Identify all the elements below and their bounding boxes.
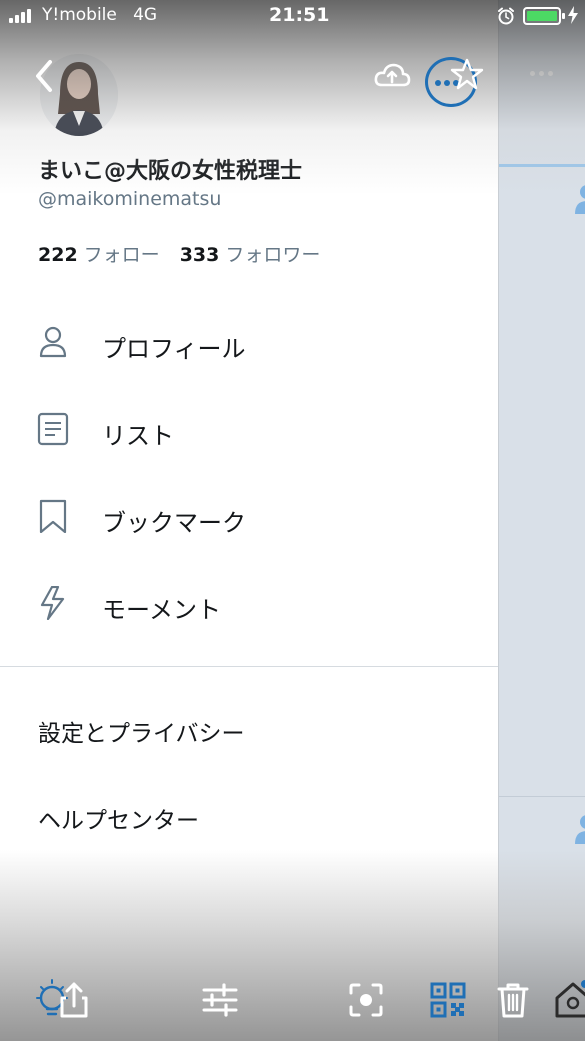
- status-bar: Y!mobile 4G 21:51: [0, 0, 585, 32]
- qr-code-icon[interactable]: [426, 978, 470, 1022]
- battery-icon: [523, 7, 565, 25]
- clock: 21:51: [269, 4, 330, 26]
- help-center-link[interactable]: ヘルプセンター: [38, 801, 199, 835]
- back-chevron-icon[interactable]: [30, 58, 58, 94]
- navigation-drawer: まいこ@大阪の女性税理士 @maikominematsu 222 フォロー 333 フ…: [0, 0, 499, 1041]
- followers-label: フォロワー: [225, 244, 321, 266]
- person-icon: [575, 185, 585, 214]
- followers-link[interactable]: 333 フォロワー: [180, 244, 321, 266]
- profile-name[interactable]: まいこ@大阪の女性税理士: [38, 153, 302, 185]
- menu-item-label: ブックマーク: [102, 509, 246, 537]
- following-count: 222: [38, 244, 78, 266]
- sliders-icon[interactable]: [198, 978, 242, 1022]
- scan-icon[interactable]: [344, 978, 388, 1022]
- profile-handle[interactable]: @maikominematsu: [38, 188, 221, 210]
- timeline-separator: [499, 164, 585, 167]
- list-icon: [37, 412, 69, 446]
- more-options-icon[interactable]: [527, 62, 557, 86]
- menu-item-lists[interactable]: リスト: [0, 399, 499, 459]
- menu-item-label: リスト: [102, 422, 174, 450]
- charging-bolt-icon: [568, 6, 578, 24]
- drawer-edge: [498, 0, 499, 1041]
- person-icon: [39, 326, 67, 358]
- trash-icon[interactable]: [491, 978, 535, 1022]
- bookmark-icon: [39, 499, 67, 533]
- alarm-clock-icon: [498, 7, 514, 25]
- menu-divider: [0, 666, 499, 667]
- background-timeline: [499, 0, 585, 1041]
- cloud-upload-icon[interactable]: [373, 60, 411, 92]
- star-icon[interactable]: [450, 58, 484, 90]
- menu-item-moments[interactable]: モーメント: [0, 573, 499, 633]
- following-label: フォロー: [83, 244, 160, 266]
- settings-privacy-link[interactable]: 設定とプライバシー: [38, 714, 245, 748]
- menu-item-label: モーメント: [102, 596, 222, 624]
- menu-item-label: プロフィール: [102, 335, 246, 363]
- follow-counts: 222 フォロー 333 フォロワー: [38, 240, 320, 267]
- followers-count: 333: [179, 244, 220, 266]
- menu-item-profile[interactable]: プロフィール: [0, 312, 499, 372]
- share-icon[interactable]: [52, 978, 96, 1022]
- home-icon[interactable]: [551, 978, 585, 1022]
- lightning-icon: [40, 586, 65, 620]
- person-icon: [575, 815, 585, 844]
- timeline-divider: [499, 796, 585, 797]
- following-link[interactable]: 222 フォロー: [38, 244, 160, 266]
- signal-strength-icon: [9, 9, 37, 23]
- menu-item-bookmarks[interactable]: ブックマーク: [0, 486, 499, 546]
- carrier-label: Y!mobile 4G: [42, 5, 158, 25]
